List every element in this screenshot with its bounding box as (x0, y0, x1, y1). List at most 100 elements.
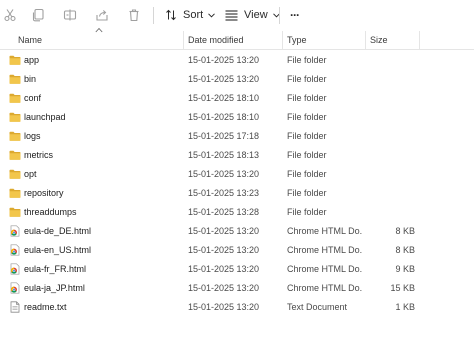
file-date-modified: 15-01-2025 18:13 (188, 150, 260, 160)
file-name: eula-en_US.html (24, 245, 92, 255)
file-size (370, 184, 415, 203)
file-date-modified: 15-01-2025 13:20 (188, 55, 260, 65)
file-row[interactable]: threaddumps 15-01-2025 13:28 File folder (0, 203, 474, 222)
file-name: launchpad (24, 112, 66, 122)
file-date-modified: 15-01-2025 13:23 (188, 188, 260, 198)
toolbar-separator (153, 7, 154, 24)
rename-icon[interactable] (63, 8, 77, 22)
file-date-modified: 15-01-2025 13:28 (188, 207, 260, 217)
file-row[interactable]: logs 15-01-2025 17:18 File folder (0, 127, 474, 146)
file-size: 8 KB (395, 245, 415, 255)
file-date-modified: 15-01-2025 13:20 (188, 302, 260, 312)
file-row[interactable]: bin 15-01-2025 13:20 File folder (0, 70, 474, 89)
file-size: 1 KB (395, 302, 415, 312)
more-options-icon: ··· (290, 8, 300, 22)
view-label: View (244, 9, 268, 21)
folder-icon (9, 149, 21, 161)
folder-icon (9, 111, 21, 123)
file-row[interactable]: conf 15-01-2025 18:10 File folder (0, 89, 474, 108)
file-row[interactable]: eula-fr_FR.html 15-01-2025 13:20 Chrome HT… (0, 260, 474, 279)
sort-icon (166, 9, 176, 21)
file-type: File folder (287, 150, 327, 160)
file-row[interactable]: eula-ja_JP.html 15-01-2025 13:20 Chrome HT… (0, 279, 474, 298)
file-type: File folder (287, 74, 327, 84)
text-file-icon (9, 301, 21, 313)
file-name: opt (24, 169, 37, 179)
file-size (370, 203, 415, 222)
file-list: app 15-01-2025 13:20 File folder bin 15-01-… (0, 51, 474, 317)
view-button[interactable]: View (225, 6, 280, 24)
chevron-down-icon (208, 12, 216, 18)
file-row[interactable]: metrics 15-01-2025 18:13 File folder (0, 146, 474, 165)
file-date-modified: 15-01-2025 18:10 (188, 93, 260, 103)
column-divider[interactable] (183, 31, 184, 49)
file-name: eula-de_DE.html (24, 226, 92, 236)
column-divider[interactable] (282, 31, 283, 49)
file-type: File folder (287, 112, 327, 122)
file-name: logs (24, 131, 41, 141)
file-type: Chrome HTML Do... (287, 226, 362, 236)
folder-icon (9, 206, 21, 218)
file-name: eula-fr_FR.html (24, 264, 87, 274)
cut-icon[interactable] (3, 8, 17, 22)
file-date-modified: 15-01-2025 18:10 (188, 112, 260, 122)
file-size (370, 70, 415, 89)
file-row[interactable]: eula-de_DE.html 15-01-2025 13:20 Chrome HT… (0, 222, 474, 241)
file-row[interactable]: app 15-01-2025 13:20 File folder (0, 51, 474, 70)
toolbar-separator (279, 7, 280, 24)
column-header-date-modified[interactable]: Date modified (188, 31, 244, 49)
file-date-modified: 15-01-2025 13:20 (188, 169, 260, 179)
file-size (370, 108, 415, 127)
folder-icon (9, 73, 21, 85)
file-type: File folder (287, 207, 327, 217)
file-type: File folder (287, 55, 327, 65)
sort-label: Sort (183, 9, 204, 21)
file-row[interactable]: readme.txt 15-01-2025 13:20 Text Document 1… (0, 298, 474, 317)
share-icon[interactable] (95, 8, 109, 22)
file-type: File folder (287, 131, 327, 141)
file-date-modified: 15-01-2025 13:20 (188, 226, 260, 236)
chrome-html-icon (9, 225, 21, 237)
file-name: metrics (24, 150, 53, 160)
file-size (370, 165, 415, 184)
file-name: bin (24, 74, 37, 84)
file-row[interactable]: opt 15-01-2025 13:20 File folder (0, 165, 474, 184)
command-bar: Sort View ··· (0, 0, 474, 30)
column-header-size[interactable]: Size (370, 31, 388, 49)
file-size (370, 89, 415, 108)
column-divider[interactable] (419, 31, 420, 49)
folder-icon (9, 130, 21, 142)
column-header-type[interactable]: Type (287, 31, 307, 49)
file-type: File folder (287, 169, 327, 179)
view-icon (225, 10, 238, 21)
column-divider[interactable] (365, 31, 366, 49)
column-header-row: Name Date modified Type Size (0, 31, 474, 50)
file-type: File folder (287, 93, 327, 103)
delete-icon[interactable] (127, 8, 141, 22)
file-type: Chrome HTML Do... (287, 264, 362, 274)
copy-icon[interactable] (31, 8, 45, 22)
sort-button[interactable]: Sort (165, 6, 216, 24)
file-row[interactable]: eula-en_US.html 15-01-2025 13:20 Chrome HT… (0, 241, 474, 260)
chrome-html-icon (9, 263, 21, 275)
file-row[interactable]: repository 15-01-2025 13:23 File folder (0, 184, 474, 203)
folder-icon (9, 92, 21, 104)
file-size (370, 127, 415, 146)
file-type: File folder (287, 188, 327, 198)
more-options-button[interactable]: ··· (290, 6, 300, 24)
chrome-html-icon (9, 244, 21, 256)
file-type: Text Document (287, 302, 348, 312)
folder-icon (9, 54, 21, 66)
chrome-html-icon (9, 282, 21, 294)
file-type: Chrome HTML Do... (287, 245, 362, 255)
file-date-modified: 15-01-2025 17:18 (188, 131, 260, 141)
file-size (370, 51, 415, 70)
file-size (370, 146, 415, 165)
file-name: threaddumps (24, 207, 77, 217)
file-name: readme.txt (24, 302, 67, 312)
file-name: conf (24, 93, 42, 103)
file-row[interactable]: launchpad 15-01-2025 18:10 File folder (0, 108, 474, 127)
column-header-name[interactable]: Name (18, 31, 42, 49)
file-name: app (24, 55, 40, 65)
file-date-modified: 15-01-2025 13:20 (188, 283, 260, 293)
